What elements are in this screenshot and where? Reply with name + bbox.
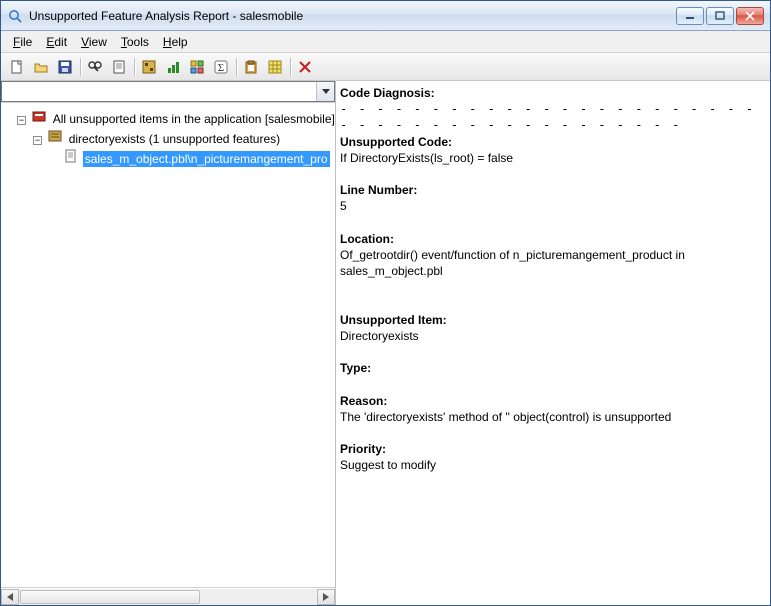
priority-value: Suggest to modify bbox=[340, 457, 766, 473]
scroll-track[interactable] bbox=[19, 589, 317, 605]
menu-view[interactable]: View bbox=[75, 33, 113, 51]
location-value: Of_getrootdir() event/function of n_pict… bbox=[340, 247, 766, 279]
menu-edit[interactable]: Edit bbox=[40, 33, 73, 51]
priority-label: Priority: bbox=[340, 441, 766, 457]
menu-bar: File Edit View Tools Help bbox=[1, 31, 770, 53]
type-label: Type: bbox=[340, 360, 766, 376]
detail-pane: Code Diagnosis: - - - - - - - - - - - - … bbox=[336, 81, 770, 605]
sigma-icon[interactable]: Σ bbox=[209, 56, 233, 78]
expander-icon[interactable]: − bbox=[17, 116, 26, 125]
close-button[interactable] bbox=[736, 7, 764, 25]
divider-dashes: - - - - - - - - - - - - - - - - - - - - … bbox=[340, 101, 766, 133]
grid-icon[interactable] bbox=[263, 56, 287, 78]
menu-help[interactable]: Help bbox=[157, 33, 194, 51]
code-diagnosis-label: Code Diagnosis: bbox=[340, 85, 766, 101]
unsupported-code-label: Unsupported Code: bbox=[340, 134, 766, 150]
tree-leaf-selected[interactable]: sales_m_object.pbl\n_picturemangement_pr… bbox=[83, 151, 330, 167]
line-number-label: Line Number: bbox=[340, 182, 766, 198]
filter-combobox[interactable] bbox=[1, 81, 335, 102]
maximize-button[interactable] bbox=[706, 7, 734, 25]
left-pane: − All unsupported items in the applicati… bbox=[1, 81, 336, 605]
reason-label: Reason: bbox=[340, 393, 766, 409]
reason-value: The 'directoryexists' method of '' objec… bbox=[340, 409, 766, 425]
dropdown-arrow-icon[interactable] bbox=[316, 82, 334, 101]
tree-node-directoryexists[interactable]: directoryexists (1 unsupported features) bbox=[67, 131, 282, 147]
unsupported-item-value: Directoryexists bbox=[340, 328, 766, 344]
new-icon[interactable] bbox=[5, 56, 29, 78]
save-icon[interactable] bbox=[53, 56, 77, 78]
menu-file[interactable]: File bbox=[7, 33, 38, 51]
title-bar: Unsupported Feature Analysis Report - sa… bbox=[1, 1, 770, 31]
window-title: Unsupported Feature Analysis Report - sa… bbox=[29, 9, 676, 23]
unsupported-item-label: Unsupported Item: bbox=[340, 312, 766, 328]
feature-icon bbox=[47, 128, 63, 144]
file-icon bbox=[63, 148, 79, 164]
menu-tools[interactable]: Tools bbox=[115, 33, 155, 51]
tree-root[interactable]: All unsupported items in the application… bbox=[51, 111, 335, 127]
delete-icon[interactable] bbox=[293, 56, 317, 78]
unsupported-code-value: If DirectoryExists(ls_root) = false bbox=[340, 150, 766, 166]
minimize-button[interactable] bbox=[676, 7, 704, 25]
app-icon bbox=[7, 8, 23, 24]
find-icon[interactable] bbox=[83, 56, 107, 78]
expander-icon[interactable]: − bbox=[33, 136, 42, 145]
report-icon[interactable] bbox=[107, 56, 131, 78]
scroll-right-icon[interactable] bbox=[317, 589, 335, 605]
clipboard-icon[interactable] bbox=[239, 56, 263, 78]
scroll-thumb[interactable] bbox=[20, 590, 200, 604]
svg-text:Σ: Σ bbox=[218, 62, 224, 74]
analyze-icon[interactable] bbox=[137, 56, 161, 78]
horizontal-scrollbar[interactable] bbox=[1, 587, 335, 605]
toolbar: Σ bbox=[1, 53, 770, 81]
tree-view[interactable]: − All unsupported items in the applicati… bbox=[1, 103, 335, 587]
window-buttons bbox=[676, 7, 764, 25]
open-icon[interactable] bbox=[29, 56, 53, 78]
scroll-left-icon[interactable] bbox=[1, 589, 19, 605]
main-area: − All unsupported items in the applicati… bbox=[1, 81, 770, 605]
application-icon bbox=[31, 108, 47, 124]
matrix-icon[interactable] bbox=[185, 56, 209, 78]
chart-icon[interactable] bbox=[161, 56, 185, 78]
line-number-value: 5 bbox=[340, 198, 766, 214]
location-label: Location: bbox=[340, 231, 766, 247]
